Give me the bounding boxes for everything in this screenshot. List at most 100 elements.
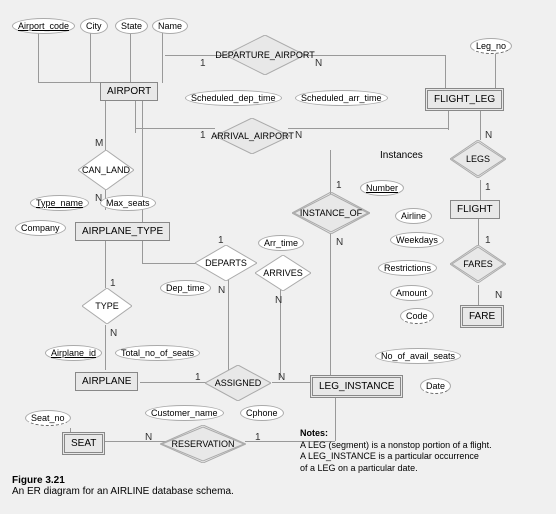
card: M	[95, 138, 103, 149]
attr-airport-code: Airport_code	[12, 18, 75, 34]
entity-fare: FARE	[460, 305, 504, 328]
rel-label: TYPE	[95, 301, 119, 311]
attr-company: Company	[15, 220, 66, 236]
card: 1	[200, 58, 206, 69]
attr-type-name: Type_name	[30, 195, 89, 211]
edge	[90, 28, 91, 83]
rel-type: TYPE	[82, 288, 132, 324]
rel-instance-of: INSTANCE_OF	[292, 192, 370, 234]
card: 1	[485, 235, 491, 246]
edge	[130, 28, 131, 83]
card: 1	[110, 278, 116, 289]
card: N	[110, 328, 117, 339]
rel-label: DEPARTURE_AIRPORT	[215, 50, 315, 60]
attr-max-seats: Max_seats	[100, 195, 156, 211]
edge	[495, 50, 496, 88]
rel-label: INSTANCE_OF	[300, 208, 362, 218]
card: 1	[485, 182, 491, 193]
card: N	[218, 285, 225, 296]
attr-total-seats: Total_no_of_seats	[115, 345, 200, 361]
attr-scheduled-dep-time: Scheduled_dep_time	[185, 90, 282, 106]
card: N	[485, 130, 492, 141]
edge	[105, 325, 106, 370]
entity-seat: SEAT	[62, 432, 105, 455]
edge	[478, 285, 479, 305]
card: N	[495, 290, 502, 301]
edge	[162, 28, 163, 83]
rel-label: ARRIVES	[263, 268, 303, 278]
entity-airport: AIRPORT	[100, 82, 158, 101]
attr-airline: Airline	[395, 208, 432, 224]
rel-label: DEPARTS	[205, 258, 247, 268]
edge	[105, 98, 106, 153]
attr-cphone: Cphone	[240, 405, 284, 421]
edge	[478, 215, 479, 245]
attr-leg-no: Leg_no	[470, 38, 512, 54]
rel-departs: DEPARTS	[195, 245, 257, 281]
attr-code: Code	[400, 308, 434, 324]
attr-customer-name: Customer_name	[145, 405, 224, 421]
card: 1	[200, 130, 206, 141]
edge	[330, 150, 331, 195]
attr-seat-no: Seat_no	[25, 410, 71, 426]
entity-leg-instance: LEG_INSTANCE	[310, 375, 403, 398]
instances-label: Instances	[380, 150, 423, 161]
attr-dep-time: Dep_time	[160, 280, 211, 296]
edge	[295, 55, 445, 56]
notes-line: A LEG_INSTANCE is a particular occurrenc…	[300, 451, 479, 461]
attr-restrictions: Restrictions	[378, 260, 437, 276]
attr-state: State	[115, 18, 148, 34]
attr-avail-seats: No_of_avail_seats	[375, 348, 461, 364]
rel-label: ARRIVAL_AIRPORT	[211, 131, 294, 141]
attr-scheduled-arr-time: Scheduled_arr_time	[295, 90, 388, 106]
edge	[288, 128, 448, 129]
card: 1	[218, 235, 224, 246]
rel-legs: LEGS	[450, 140, 506, 178]
rel-label: FARES	[463, 259, 493, 269]
figure-label: Figure 3.21 An ER diagram for an AIRLINE…	[12, 475, 234, 497]
rel-label: CAN_LAND	[82, 165, 130, 175]
er-diagram-canvas: Airport_code City State Name AIRPORT DEP…	[0, 0, 556, 514]
rel-label: ASSIGNED	[215, 378, 262, 388]
attr-amount: Amount	[390, 285, 433, 301]
rel-fares: FARES	[450, 245, 506, 283]
rel-reservation: RESERVATION	[160, 425, 246, 463]
attr-name: Name	[152, 18, 188, 34]
edge	[330, 233, 331, 378]
rel-departure-airport: DEPARTURE_AIRPORT	[225, 35, 305, 75]
rel-can-land: CAN_LAND	[78, 150, 134, 190]
attr-weekdays: Weekdays	[390, 232, 444, 248]
figure-caption: An ER diagram for an AIRLINE database sc…	[12, 486, 234, 497]
entity-airplane-type: AIRPLANE_TYPE	[75, 222, 170, 241]
rel-arrives: ARRIVES	[255, 255, 311, 291]
rel-arrival-airport: ARRIVAL_AIRPORT	[215, 118, 290, 154]
edge	[105, 238, 106, 288]
entity-flight: FLIGHT	[450, 200, 500, 219]
edge	[480, 180, 481, 200]
rel-label: LEGS	[466, 154, 490, 164]
notes-line: A LEG (segment) is a nonstop portion of …	[300, 440, 492, 450]
attr-arr-time: Arr_time	[258, 235, 304, 251]
attr-date: Date	[420, 378, 451, 394]
card: N	[275, 295, 282, 306]
attr-city: City	[80, 18, 108, 34]
card: 1	[255, 432, 261, 443]
card: N	[278, 372, 285, 383]
card: N	[336, 237, 343, 248]
card: 1	[336, 180, 342, 191]
entity-airplane: AIRPLANE	[75, 372, 138, 391]
notes-line: of a LEG on a particular date.	[300, 463, 418, 473]
edge	[38, 32, 39, 82]
card: N	[295, 130, 302, 141]
edge	[445, 55, 446, 90]
figure-number: Figure 3.21	[12, 475, 65, 486]
notes-block: Notes: A LEG (segment) is a nonstop port…	[300, 428, 492, 475]
rel-label: RESERVATION	[171, 439, 234, 449]
attr-airplane-id: Airplane_id	[45, 345, 102, 361]
notes-title: Notes:	[300, 428, 328, 438]
card: 1	[195, 372, 201, 383]
rel-assigned: ASSIGNED	[205, 365, 271, 401]
card: N	[315, 58, 322, 69]
card: N	[145, 432, 152, 443]
edge	[135, 128, 215, 129]
